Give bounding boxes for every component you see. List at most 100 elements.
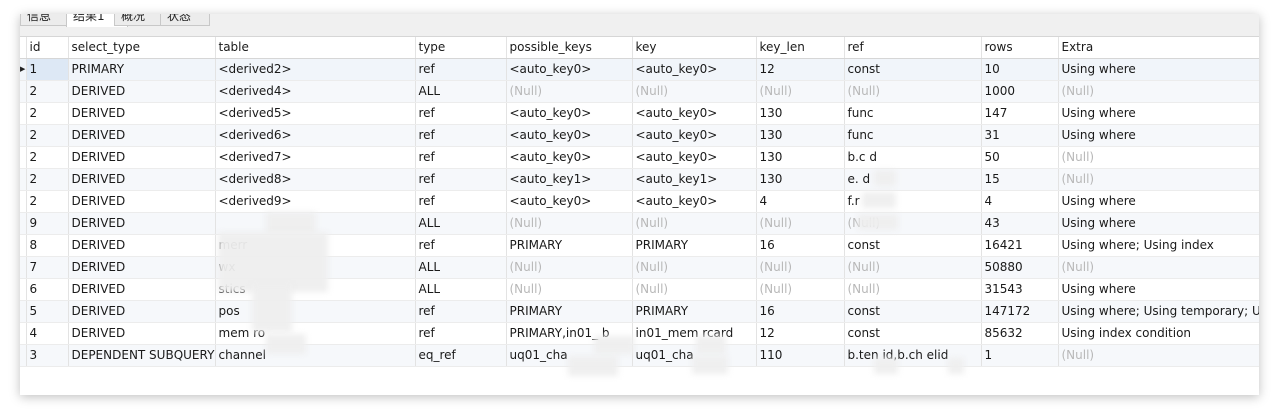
table-row[interactable]: 6 DERIVED stics ALL (Null) (Null) (Null) (Null… bbox=[20, 278, 1259, 301]
cell-table[interactable]: stics bbox=[215, 278, 416, 301]
cell-key[interactable]: <auto_key0> bbox=[632, 102, 757, 125]
cell-rows[interactable]: 85632 bbox=[981, 322, 1059, 345]
cell-extra[interactable]: Using where; Using index bbox=[1058, 234, 1259, 257]
cell-ref[interactable]: const bbox=[844, 58, 982, 81]
column-header[interactable]: key bbox=[632, 37, 757, 59]
tab-info[interactable]: 信息 bbox=[20, 14, 68, 26]
cell-id[interactable]: 8 bbox=[26, 234, 69, 257]
cell-id[interactable]: 5 bbox=[26, 300, 69, 323]
cell-ref[interactable]: f.r bbox=[844, 190, 982, 213]
cell-key-len[interactable]: (Null) bbox=[756, 256, 845, 279]
column-header[interactable]: table bbox=[215, 37, 416, 59]
table-row[interactable]: 4 DERIVED mem ro ref PRIMARY,in01_ b in01_mem… bbox=[20, 322, 1259, 345]
cell-rows[interactable]: 10 bbox=[981, 58, 1059, 81]
column-header[interactable]: possible_keys bbox=[506, 37, 633, 59]
cell-type[interactable]: eq_ref bbox=[415, 344, 507, 367]
cell-extra[interactable]: Using where bbox=[1058, 102, 1259, 125]
cell-type[interactable]: ref bbox=[415, 102, 507, 125]
tab-profile[interactable]: 概况 bbox=[114, 14, 162, 26]
cell-key-len[interactable]: (Null) bbox=[756, 278, 845, 301]
cell-key[interactable]: (Null) bbox=[632, 278, 757, 301]
cell-rows[interactable]: 1000 bbox=[981, 80, 1059, 103]
cell-select-type[interactable]: DEPENDENT SUBQUERY bbox=[68, 344, 216, 367]
cell-id[interactable]: 4 bbox=[26, 322, 69, 345]
cell-rows[interactable]: 147172 bbox=[981, 300, 1059, 323]
cell-type[interactable]: ALL bbox=[415, 256, 507, 279]
cell-select-type[interactable]: DERIVED bbox=[68, 278, 216, 301]
cell-select-type[interactable]: DERIVED bbox=[68, 80, 216, 103]
cell-rows[interactable]: 16421 bbox=[981, 234, 1059, 257]
cell-table[interactable]: <derived8> bbox=[215, 168, 416, 191]
cell-key[interactable]: PRIMARY bbox=[632, 300, 757, 323]
cell-table[interactable]: <derived5> bbox=[215, 102, 416, 125]
cell-ref[interactable]: func bbox=[844, 102, 982, 125]
column-header[interactable]: Extra bbox=[1058, 37, 1259, 59]
cell-possible-keys[interactable]: PRIMARY bbox=[506, 300, 633, 323]
cell-key-len[interactable]: 130 bbox=[756, 102, 845, 125]
cell-extra[interactable]: Using where bbox=[1058, 190, 1259, 213]
cell-table[interactable]: <derived9> bbox=[215, 190, 416, 213]
cell-rows[interactable]: 31 bbox=[981, 124, 1059, 147]
row-indicator[interactable]: ▶ bbox=[20, 58, 27, 81]
cell-type[interactable]: ref bbox=[415, 190, 507, 213]
cell-type[interactable]: ref bbox=[415, 146, 507, 169]
cell-type[interactable]: ref bbox=[415, 322, 507, 345]
table-row[interactable]: ▶ 1 PRIMARY <derived2> ref <auto_key0> <auto_k… bbox=[20, 58, 1259, 81]
cell-id[interactable]: 9 bbox=[26, 212, 69, 235]
cell-id[interactable]: 1 bbox=[26, 58, 69, 81]
cell-table[interactable]: merr bbox=[215, 234, 416, 257]
cell-table[interactable]: <derived2> bbox=[215, 58, 416, 81]
table-row[interactable]: 2 DERIVED <derived8> ref <auto_key1> <auto_ke… bbox=[20, 168, 1259, 191]
cell-ref[interactable]: (Null) bbox=[844, 278, 982, 301]
cell-extra[interactable]: Using where; Using temporary; Us bbox=[1058, 300, 1259, 323]
cell-possible-keys[interactable]: (Null) bbox=[506, 80, 633, 103]
table-row[interactable]: 2 DERIVED <derived9> ref <auto_key0> <auto_ke… bbox=[20, 190, 1259, 213]
cell-possible-keys[interactable]: (Null) bbox=[506, 278, 633, 301]
cell-id[interactable]: 2 bbox=[26, 102, 69, 125]
column-header[interactable]: type bbox=[415, 37, 507, 59]
column-header[interactable]: id bbox=[26, 37, 69, 59]
cell-type[interactable]: ref bbox=[415, 58, 507, 81]
cell-type[interactable]: ALL bbox=[415, 80, 507, 103]
cell-key[interactable]: (Null) bbox=[632, 212, 757, 235]
cell-key-len[interactable]: 12 bbox=[756, 322, 845, 345]
cell-key[interactable]: <auto_key0> bbox=[632, 146, 757, 169]
cell-key[interactable]: uq01_cha bbox=[632, 344, 757, 367]
cell-possible-keys[interactable]: <auto_key0> bbox=[506, 58, 633, 81]
column-header[interactable]: rows bbox=[981, 37, 1059, 59]
cell-extra[interactable]: Using index condition bbox=[1058, 322, 1259, 345]
column-header[interactable]: key_len bbox=[756, 37, 845, 59]
cell-ref[interactable]: (Null) bbox=[844, 212, 982, 235]
cell-ref[interactable]: func bbox=[844, 124, 982, 147]
table-row[interactable]: 5 DERIVED pos ref PRIMARY PRIMARY 16 const 14717… bbox=[20, 300, 1259, 323]
cell-type[interactable]: ALL bbox=[415, 212, 507, 235]
cell-type[interactable]: ref bbox=[415, 234, 507, 257]
cell-rows[interactable]: 147 bbox=[981, 102, 1059, 125]
cell-ref[interactable]: e. d bbox=[844, 168, 982, 191]
cell-ref[interactable]: b.ten id,b.ch elid bbox=[844, 344, 982, 367]
cell-key-len[interactable]: 130 bbox=[756, 146, 845, 169]
cell-select-type[interactable]: DERIVED bbox=[68, 124, 216, 147]
cell-rows[interactable]: 15 bbox=[981, 168, 1059, 191]
cell-key[interactable]: <auto_key0> bbox=[632, 124, 757, 147]
cell-rows[interactable]: 50880 bbox=[981, 256, 1059, 279]
cell-ref[interactable]: (Null) bbox=[844, 256, 982, 279]
cell-key[interactable]: in01_mem rcard bbox=[632, 322, 757, 345]
cell-key[interactable]: <auto_key0> bbox=[632, 190, 757, 213]
cell-ref[interactable]: const bbox=[844, 300, 982, 323]
cell-possible-keys[interactable]: (Null) bbox=[506, 256, 633, 279]
cell-extra[interactable]: Using where bbox=[1058, 278, 1259, 301]
table-row[interactable]: 2 DERIVED <derived4> ALL (Null) (Null) (Null)(… bbox=[20, 80, 1259, 103]
cell-key-len[interactable]: 16 bbox=[756, 234, 845, 257]
cell-ref[interactable]: const bbox=[844, 234, 982, 257]
cell-select-type[interactable]: DERIVED bbox=[68, 190, 216, 213]
cell-ref[interactable]: b.c d bbox=[844, 146, 982, 169]
cell-select-type[interactable]: DERIVED bbox=[68, 168, 216, 191]
cell-id[interactable]: 7 bbox=[26, 256, 69, 279]
cell-key-len[interactable]: 12 bbox=[756, 58, 845, 81]
cell-select-type[interactable]: DERIVED bbox=[68, 146, 216, 169]
cell-select-type[interactable]: DERIVED bbox=[68, 234, 216, 257]
cell-key[interactable]: PRIMARY bbox=[632, 234, 757, 257]
cell-key-len[interactable]: 130 bbox=[756, 124, 845, 147]
cell-extra[interactable]: Using where bbox=[1058, 124, 1259, 147]
